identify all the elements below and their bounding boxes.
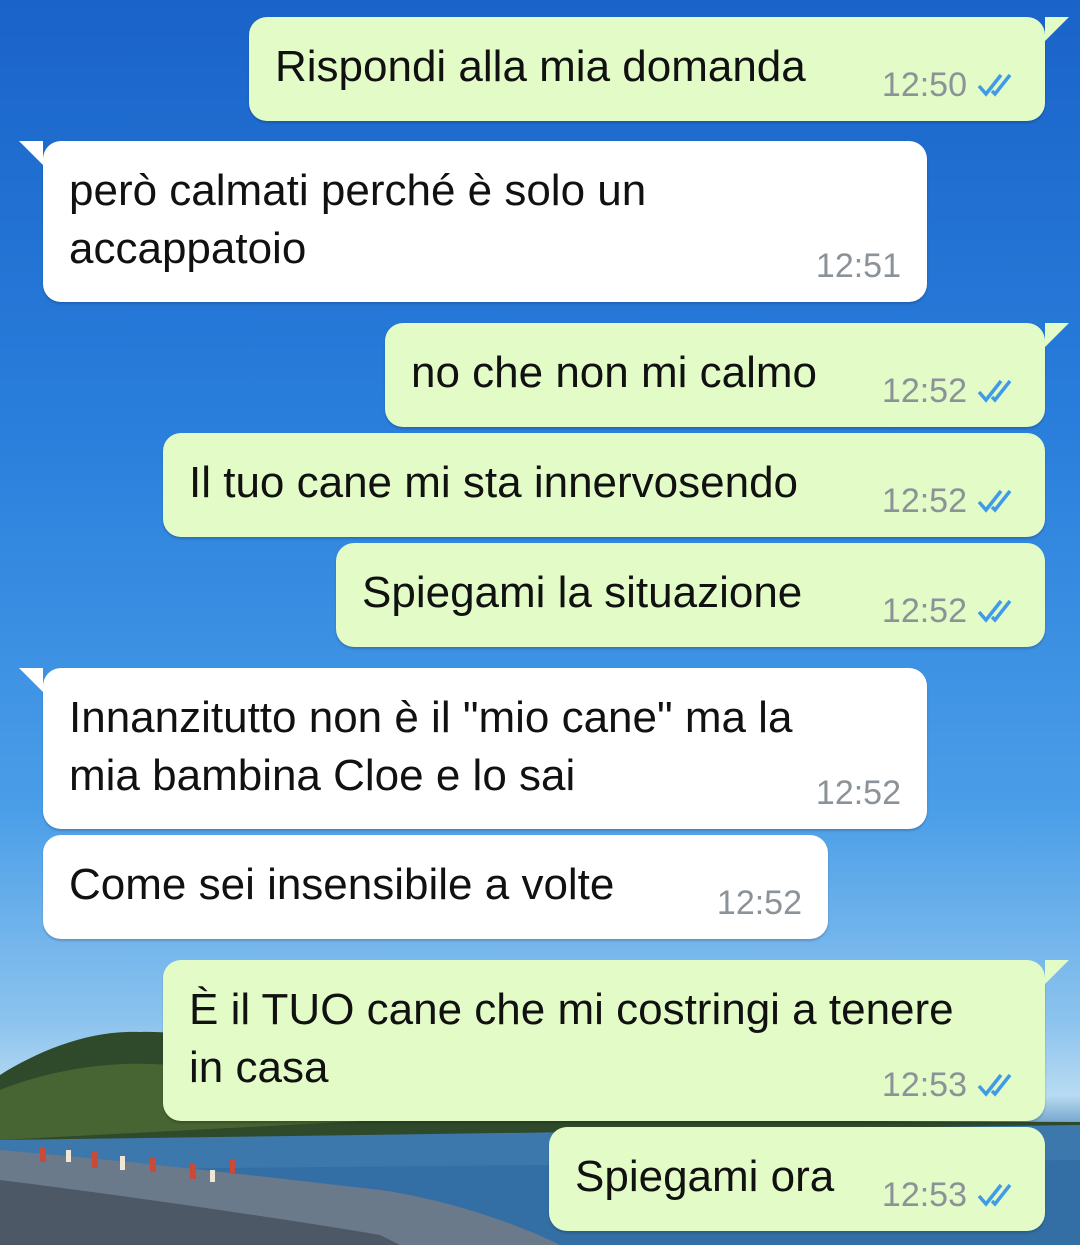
message-meta: 12:53 — [882, 1175, 1021, 1215]
message-text: Spiegami ora — [575, 1152, 835, 1201]
bubble-tail — [19, 141, 43, 165]
message-text: Come sei insensibile a volte — [69, 860, 615, 909]
message-time: 12:52 — [881, 592, 967, 630]
double-check-read-icon — [977, 1183, 1012, 1207]
double-check-read-icon — [977, 599, 1012, 623]
message-bubble-outgoing[interactable]: Spiegami ora 12:53 — [549, 1127, 1045, 1231]
message-text: Il tuo cane mi sta innervosendo — [189, 458, 799, 507]
message-time: 12:53 — [881, 1176, 967, 1214]
message-meta: 12:50 — [882, 65, 1021, 105]
bubble-tail — [1045, 323, 1069, 347]
message-text: Innanzitutto non è il "mio cane" ma la m… — [69, 693, 793, 800]
double-check-read-icon — [977, 1073, 1012, 1097]
message-time: 12:52 — [716, 884, 802, 922]
message-time: 12:52 — [881, 482, 967, 520]
message-bubble-incoming[interactable]: Innanzitutto non è il "mio cane" ma la m… — [19, 668, 927, 829]
bubble-tail — [19, 668, 43, 692]
message-meta: 12:52 — [882, 591, 1021, 631]
message-time: 12:51 — [815, 247, 901, 285]
message-time: 12:53 — [881, 1066, 967, 1104]
message-bubble-outgoing[interactable]: Spiegami la situazione 12:52 — [336, 543, 1045, 647]
message-text: Rispondi alla mia domanda — [275, 42, 806, 91]
message-meta: 12:52 — [882, 481, 1021, 521]
message-time: 12:50 — [881, 66, 967, 104]
message-meta: 12:52 — [816, 773, 901, 813]
message-meta: 12:53 — [882, 1065, 1021, 1105]
message-time: 12:52 — [815, 774, 901, 812]
message-text: però calmati perché è solo un accappatoi… — [69, 166, 647, 273]
message-time: 12:52 — [881, 372, 967, 410]
message-bubble-outgoing[interactable]: È il TUO cane che mi costringi a tenere … — [163, 960, 1069, 1121]
message-bubble-incoming[interactable]: però calmati perché è solo un accappatoi… — [19, 141, 927, 302]
double-check-read-icon — [977, 379, 1012, 403]
double-check-read-icon — [977, 73, 1012, 97]
message-text: È il TUO cane che mi costringi a tenere … — [189, 985, 954, 1092]
bubble-tail — [1045, 960, 1069, 984]
message-bubble-outgoing[interactable]: Il tuo cane mi sta innervosendo 12:52 — [163, 433, 1045, 537]
message-bubble-outgoing[interactable]: Rispondi alla mia domanda 12:50 — [249, 17, 1069, 121]
message-bubble-outgoing[interactable]: no che non mi calmo 12:52 — [385, 323, 1069, 427]
message-text: Spiegami la situazione — [362, 568, 803, 617]
message-text: no che non mi calmo — [411, 348, 817, 397]
message-meta: 12:51 — [816, 246, 901, 286]
message-bubble-incoming[interactable]: Come sei insensibile a volte 12:52 — [43, 835, 828, 939]
message-meta: 12:52 — [882, 371, 1021, 411]
bubble-tail — [1045, 17, 1069, 41]
message-meta: 12:52 — [717, 883, 802, 923]
double-check-read-icon — [977, 489, 1012, 513]
